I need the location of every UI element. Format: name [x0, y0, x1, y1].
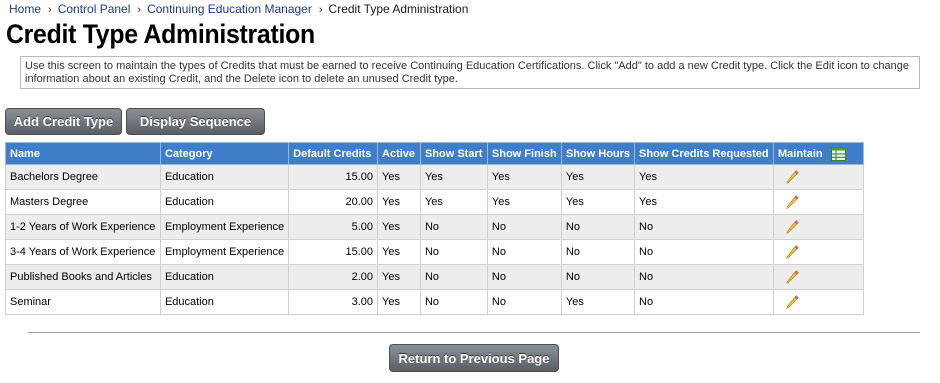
cell-show-credits-requested: No [634, 239, 774, 265]
cell-name: Published Books and Articles [5, 264, 161, 290]
cell-show-credits-requested: No [634, 264, 774, 290]
cell-show-hours: No [560, 239, 636, 265]
cell-show-hours: Yes [560, 164, 636, 190]
cell-show-start: No [419, 289, 488, 315]
cell-show-start: No [419, 264, 488, 290]
cell-category: Employment Experience [159, 239, 290, 265]
cell-active: Yes [377, 189, 421, 215]
breadcrumb-home-link[interactable]: Home [9, 2, 41, 16]
breadcrumb: Home › Control Panel › Continuing Education … [9, 2, 468, 17]
return-to-previous-page-button[interactable]: Return to Previous Page [389, 344, 559, 372]
cell-show-credits-requested: Yes [634, 189, 774, 215]
cell-show-credits-requested: No [634, 214, 774, 240]
cell-show-finish: No [486, 214, 562, 240]
table-row: Bachelors Degree Education 15.00 Yes Yes Yes Y… [5, 164, 864, 190]
cell-show-credits-requested: Yes [634, 164, 774, 190]
edit-pencil-icon[interactable] [784, 169, 800, 185]
column-header-default-credits: Default Credits [288, 142, 379, 165]
column-header-show-start: Show Start [419, 142, 488, 165]
display-sequence-button[interactable]: Display Sequence [126, 108, 265, 135]
cell-category: Education [159, 164, 290, 190]
cell-name: Bachelors Degree [5, 164, 161, 190]
cell-show-hours: Yes [560, 289, 636, 315]
edit-pencil-icon[interactable] [784, 219, 800, 235]
column-header-name: Name [5, 142, 161, 165]
cell-show-start: Yes [419, 189, 488, 215]
cell-show-finish: Yes [486, 164, 562, 190]
cell-default-credits: 5.00 [288, 214, 379, 240]
cell-show-start: No [419, 214, 488, 240]
cell-maintain [773, 264, 864, 290]
cell-active: Yes [377, 239, 421, 265]
breadcrumb-ce-manager-link[interactable]: Continuing Education Manager [147, 2, 312, 16]
cell-default-credits: 3.00 [288, 289, 379, 315]
cell-active: Yes [377, 214, 421, 240]
cell-name: Seminar [5, 289, 161, 315]
table-row: Published Books and Articles Education 2.0… [5, 264, 864, 290]
column-header-show-finish: Show Finish [486, 142, 562, 165]
cell-maintain [773, 189, 864, 215]
column-header-category: Category [159, 142, 290, 165]
column-header-show-credits-requested: Show Credits Requested [634, 142, 774, 165]
breadcrumb-current: Credit Type Administration [328, 2, 469, 16]
cell-show-hours: No [560, 264, 636, 290]
cell-category: Education [159, 189, 290, 215]
edit-pencil-icon[interactable] [784, 244, 800, 260]
cell-maintain [773, 164, 864, 190]
cell-show-start: No [419, 239, 488, 265]
export-grid-icon[interactable] [830, 146, 846, 161]
add-credit-type-button[interactable]: Add Credit Type [5, 108, 122, 135]
cell-active: Yes [377, 164, 421, 190]
credit-types-table: Name Category Default Credits Active Sho… [5, 142, 864, 315]
cell-show-credits-requested: No [634, 289, 774, 315]
column-header-active: Active [377, 142, 421, 165]
breadcrumb-separator: › [48, 4, 52, 16]
cell-active: Yes [377, 264, 421, 290]
cell-category: Employment Experience [159, 214, 290, 240]
cell-name: Masters Degree [5, 189, 161, 215]
cell-category: Education [159, 289, 290, 315]
table-row: 3-4 Years of Work Experience Employment E… [5, 239, 864, 265]
page-title: Credit Type Administration [6, 19, 315, 49]
cell-category: Education [159, 264, 290, 290]
breadcrumb-separator: › [318, 4, 323, 16]
table-row: Masters Degree Education 20.00 Yes Yes Yes Yes… [5, 189, 864, 215]
cell-name: 3-4 Years of Work Experience [5, 239, 161, 265]
cell-show-finish: No [486, 289, 562, 315]
breadcrumb-control-panel-link[interactable]: Control Panel [58, 2, 131, 16]
cell-show-finish: Yes [486, 189, 562, 215]
edit-pencil-icon[interactable] [784, 269, 800, 285]
cell-show-hours: No [560, 214, 636, 240]
cell-maintain [773, 289, 864, 315]
table-row: Seminar Education 3.00 Yes No No Yes No [5, 289, 864, 315]
cell-default-credits: 15.00 [288, 239, 379, 265]
breadcrumb-separator: › [137, 4, 142, 16]
instructions-box: Use this screen to maintain the types of… [20, 56, 920, 89]
cell-default-credits: 15.00 [288, 164, 379, 190]
column-header-show-hours: Show Hours [560, 142, 636, 165]
cell-name: 1-2 Years of Work Experience [5, 214, 161, 240]
cell-show-hours: Yes [560, 189, 636, 215]
cell-default-credits: 2.00 [288, 264, 379, 290]
cell-show-start: Yes [419, 164, 488, 190]
table-header-row: Name Category Default Credits Active Sho… [5, 142, 864, 165]
cell-default-credits: 20.00 [288, 189, 379, 215]
edit-pencil-icon[interactable] [784, 294, 800, 310]
column-header-maintain: Maintain [773, 142, 864, 165]
cell-maintain [773, 239, 864, 265]
cell-active: Yes [377, 289, 421, 315]
cell-show-finish: No [486, 239, 562, 265]
table-row: 1-2 Years of Work Experience Employment E… [5, 214, 864, 240]
cell-maintain [773, 214, 864, 240]
cell-show-finish: No [486, 264, 562, 290]
divider [28, 332, 920, 333]
edit-pencil-icon[interactable] [784, 194, 800, 210]
column-header-maintain-label: Maintain [778, 147, 823, 160]
